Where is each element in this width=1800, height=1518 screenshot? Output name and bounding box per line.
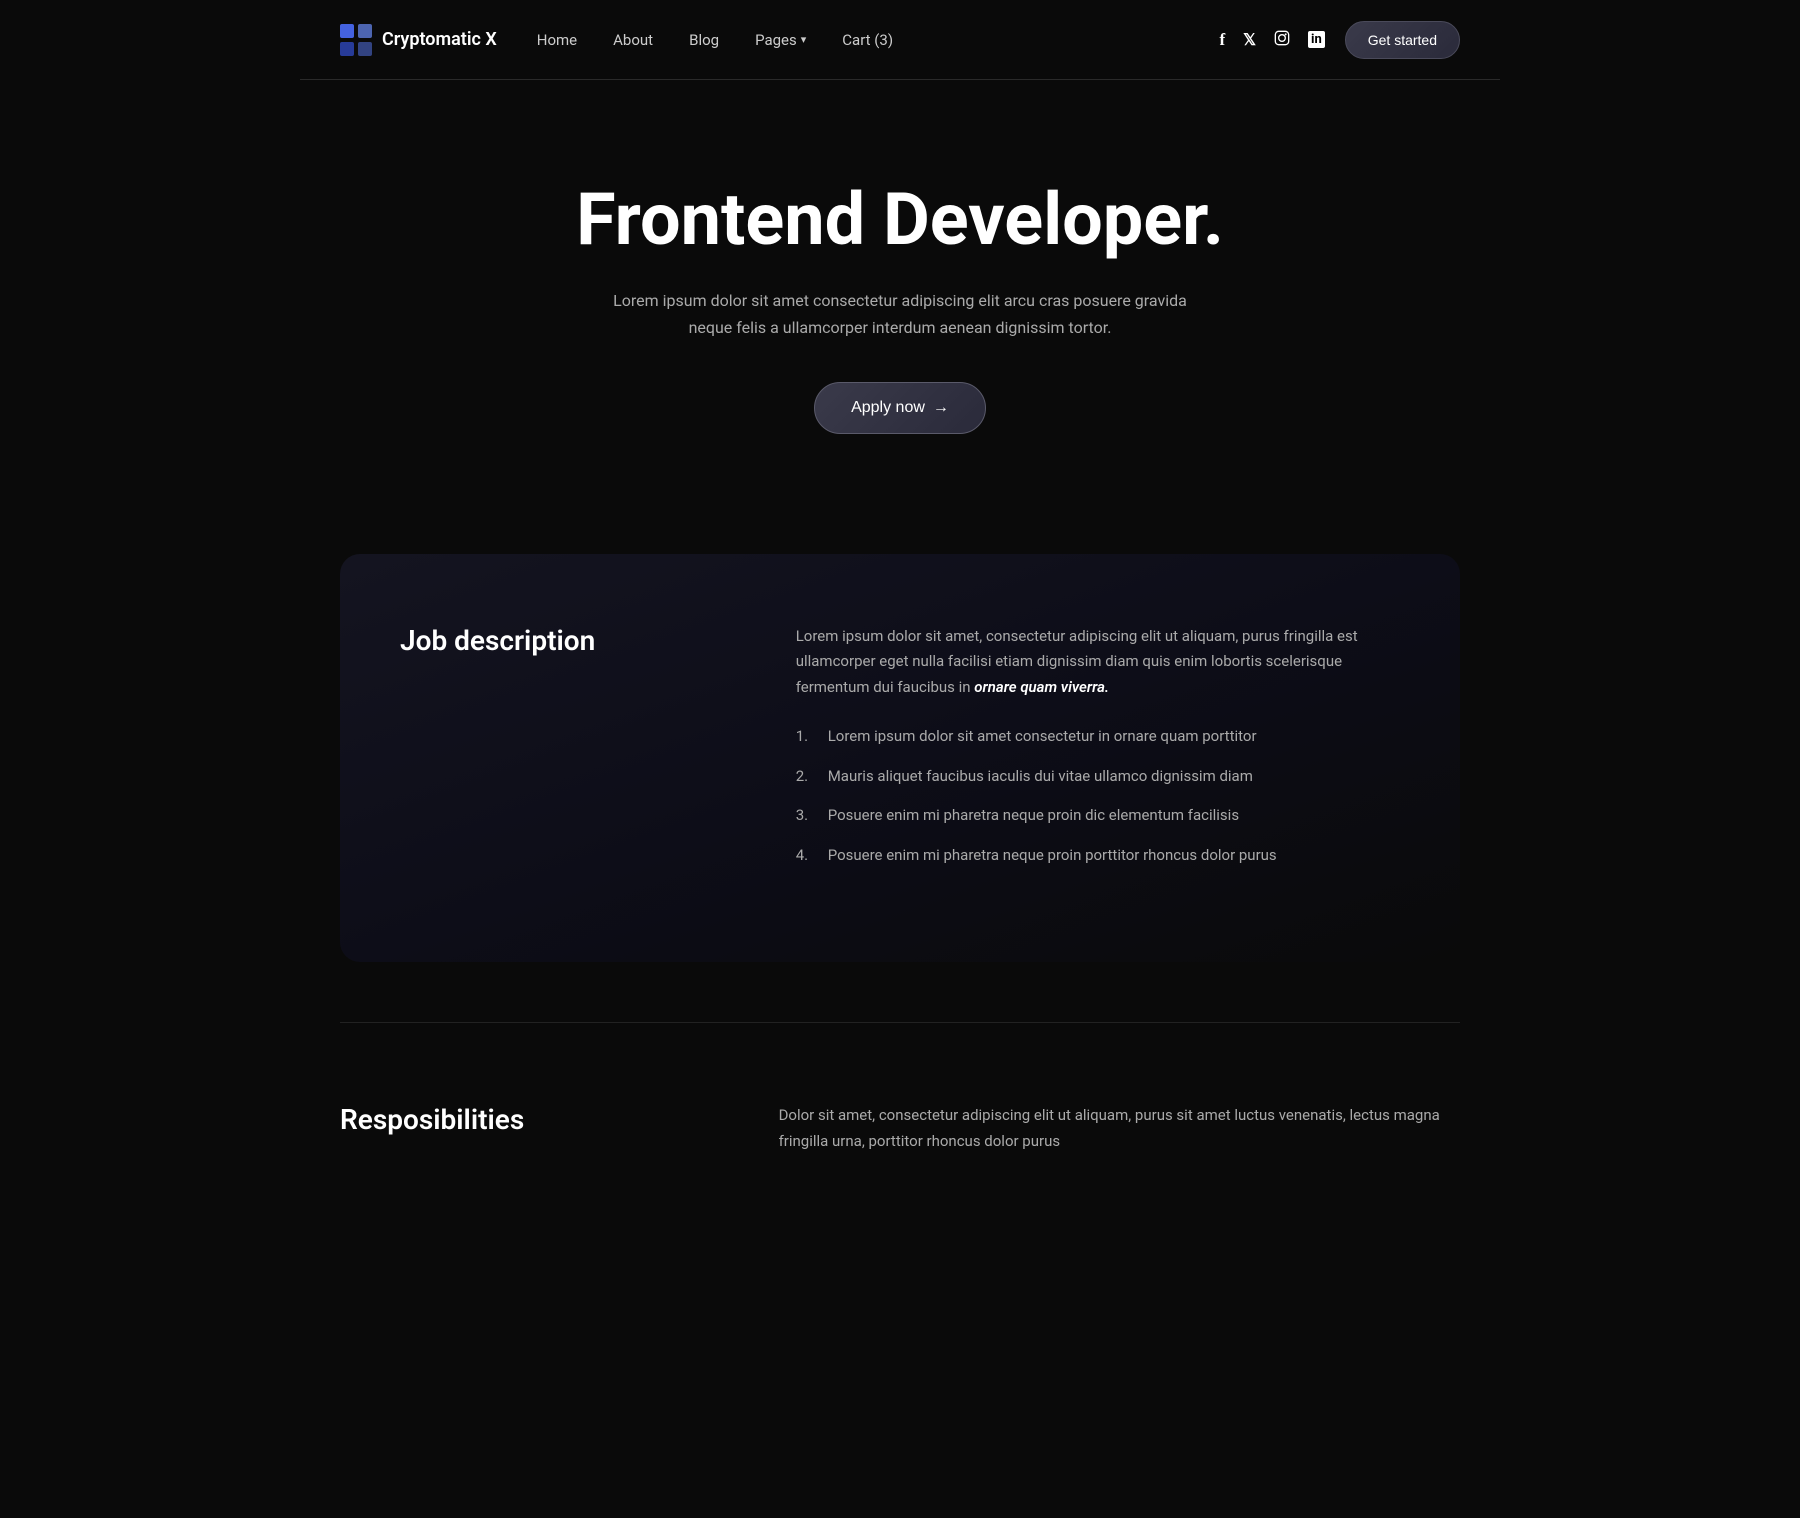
- nav-link-home[interactable]: Home: [537, 31, 577, 49]
- responsibilities-heading-col: Resposibilities: [340, 1103, 719, 1136]
- nav-links: Home About Blog Pages ▾ Cart (3): [537, 30, 893, 49]
- job-description-card: Job description Lorem ipsum dolor sit am…: [340, 554, 1460, 963]
- nav-item-pages[interactable]: Pages ▾: [755, 31, 806, 49]
- job-description-content: Lorem ipsum dolor sit amet, consectetur …: [796, 624, 1400, 883]
- list-item: Posuere enim mi pharetra neque proin dic…: [796, 803, 1400, 829]
- list-item: Mauris aliquet faucibus iaculis dui vita…: [796, 764, 1400, 790]
- nav-left: Cryptomatic X Home About Blog Pages ▾ Ca…: [340, 24, 893, 56]
- list-item: Lorem ipsum dolor sit amet consectetur i…: [796, 724, 1400, 750]
- chevron-down-icon: ▾: [801, 33, 807, 46]
- responsibilities-content: Dolor sit amet, consectetur adipiscing e…: [779, 1103, 1460, 1154]
- responsibilities-grid: Resposibilities Dolor sit amet, consecte…: [340, 1103, 1460, 1154]
- instagram-icon[interactable]: [1274, 30, 1290, 50]
- job-description-heading: Job description: [400, 624, 736, 657]
- linkedin-icon[interactable]: in: [1308, 31, 1325, 48]
- responsibilities-section: Resposibilities Dolor sit amet, consecte…: [300, 1083, 1500, 1234]
- arrow-icon: →: [933, 399, 949, 417]
- responsibilities-heading: Resposibilities: [340, 1103, 719, 1136]
- logo-icon: [340, 24, 372, 56]
- brand-name: Cryptomatic X: [382, 29, 497, 50]
- nav-item-home[interactable]: Home: [537, 30, 577, 49]
- nav-link-blog[interactable]: Blog: [689, 31, 719, 49]
- nav-item-about[interactable]: About: [613, 30, 653, 49]
- nav-item-blog[interactable]: Blog: [689, 30, 719, 49]
- nav-item-cart[interactable]: Cart (3): [842, 30, 893, 49]
- job-description-list: Lorem ipsum dolor sit amet consectetur i…: [796, 724, 1400, 868]
- pages-label: Pages: [755, 31, 797, 49]
- nav-right: f 𝕏 in Get started: [1219, 21, 1460, 59]
- social-icons: f 𝕏 in: [1219, 30, 1324, 50]
- job-description-heading-col: Job description: [400, 624, 736, 657]
- logo[interactable]: Cryptomatic X: [340, 24, 497, 56]
- job-description-highlight: ornare quam viverra.: [974, 678, 1109, 696]
- job-description-intro: Lorem ipsum dolor sit amet, consectetur …: [796, 624, 1400, 701]
- job-description-section: Job description Lorem ipsum dolor sit am…: [400, 624, 1400, 883]
- pages-dropdown[interactable]: Pages ▾: [755, 31, 806, 49]
- facebook-icon[interactable]: f: [1219, 30, 1225, 50]
- apply-now-button[interactable]: Apply now →: [814, 382, 986, 434]
- section-divider: [340, 1022, 1460, 1023]
- get-started-button[interactable]: Get started: [1345, 21, 1460, 59]
- responsibilities-text: Dolor sit amet, consectetur adipiscing e…: [779, 1103, 1460, 1154]
- hero-title: Frontend Developer.: [576, 180, 1224, 259]
- twitter-icon[interactable]: 𝕏: [1243, 30, 1256, 49]
- nav-link-cart[interactable]: Cart (3): [842, 31, 893, 49]
- nav-link-about[interactable]: About: [613, 31, 653, 49]
- list-item: Posuere enim mi pharetra neque proin por…: [796, 843, 1400, 869]
- apply-now-label: Apply now: [851, 399, 925, 417]
- hero-subtitle: Lorem ipsum dolor sit amet consectetur a…: [610, 287, 1190, 341]
- hero-section: Frontend Developer. Lorem ipsum dolor si…: [300, 80, 1500, 554]
- navbar: Cryptomatic X Home About Blog Pages ▾ Ca…: [300, 0, 1500, 80]
